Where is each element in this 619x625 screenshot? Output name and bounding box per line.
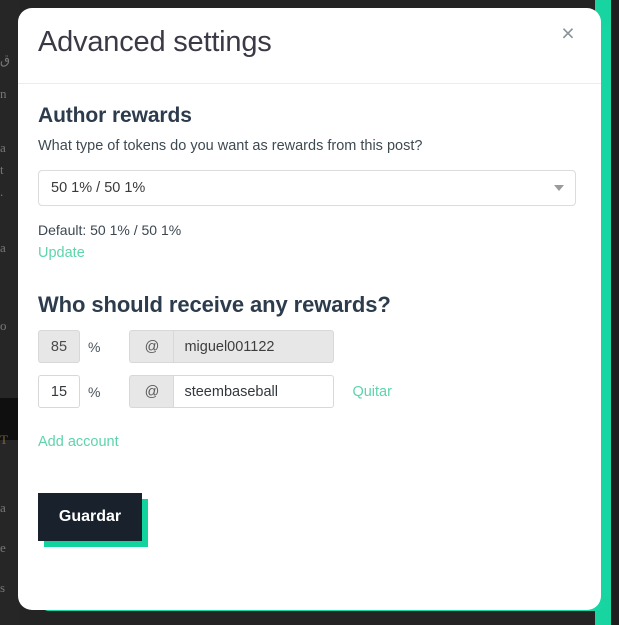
beneficiary-account-input[interactable] (173, 330, 335, 363)
remove-beneficiary-link[interactable]: Quitar (352, 384, 392, 400)
beneficiary-percent-input[interactable] (38, 375, 80, 408)
author-rewards-heading: Author rewards (38, 104, 192, 127)
save-button-wrapper: Guardar (38, 493, 148, 547)
beneficiary-account-group: @ (129, 330, 335, 363)
modal-body: Author rewards What type of tokens do yo… (18, 84, 601, 547)
beneficiaries-heading: Who should receive any rewards? (38, 292, 391, 317)
advanced-settings-modal: Advanced settings × Author rewards What … (18, 8, 601, 610)
at-symbol-prefix: @ (129, 330, 174, 363)
default-reward-text: Default: 50 1% / 50 1% (38, 222, 182, 238)
beneficiary-row: % @ Quitar (38, 375, 581, 408)
percent-symbol-label: % (88, 383, 101, 400)
beneficiary-account-group: @ (129, 375, 335, 408)
add-account-link[interactable]: Add account (38, 434, 119, 450)
page-title: Advanced settings (38, 26, 272, 58)
save-button[interactable]: Guardar (38, 493, 142, 541)
beneficiary-account-input[interactable] (173, 375, 335, 408)
at-symbol-prefix: @ (129, 375, 174, 408)
close-icon[interactable]: × (555, 20, 581, 46)
modal-header: Advanced settings × (18, 8, 601, 84)
update-link[interactable]: Update (38, 245, 85, 261)
reward-type-select-wrapper: 50 1% / 50 1% (38, 170, 576, 206)
author-rewards-description: What type of tokens do you want as rewar… (38, 138, 423, 154)
percent-symbol-label: % (88, 338, 101, 355)
reward-type-select[interactable]: 50 1% / 50 1% (38, 170, 576, 206)
modal-accent-edge-right (601, 26, 610, 596)
beneficiary-percent-input[interactable] (38, 330, 80, 363)
beneficiary-row: % @ (38, 330, 581, 363)
